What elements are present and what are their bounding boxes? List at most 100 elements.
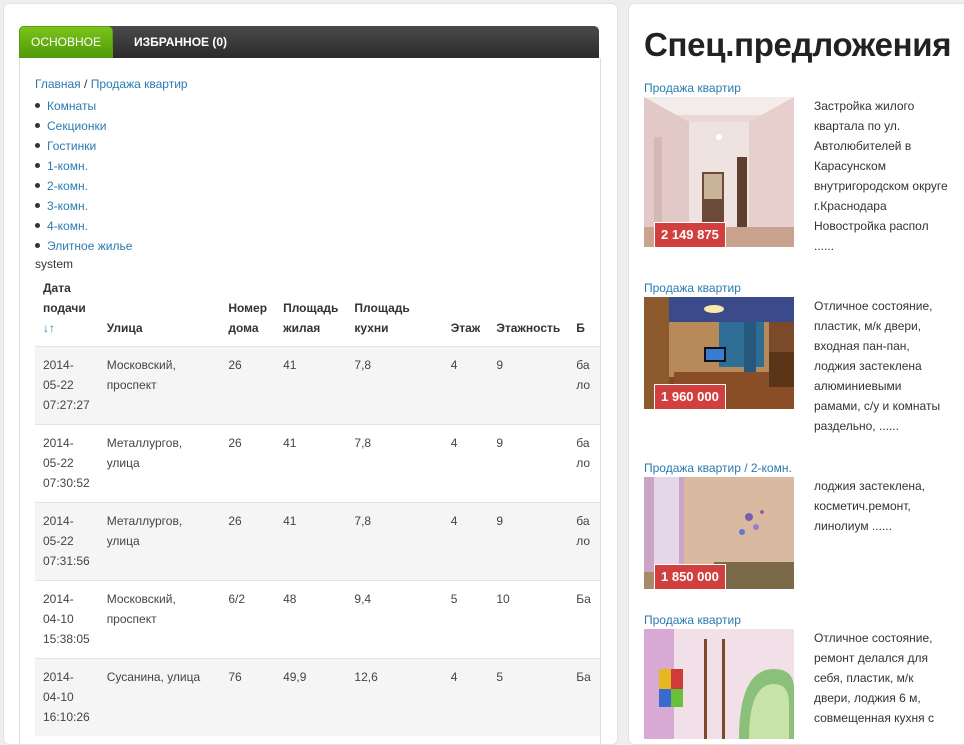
special-offers-panel: Спец.предложения Продажа квартир 2 149 8… <box>628 3 964 745</box>
bullet-icon <box>35 203 40 208</box>
system-text: system <box>35 257 74 271</box>
cell-house: 6/2 <box>220 580 276 659</box>
cell-kitchen: 9,4 <box>346 580 443 659</box>
cell-extra: ба ло <box>568 346 600 425</box>
offer-card: Продажа квартир / 2-комн. 1 850 000 лодж… <box>644 459 954 599</box>
cell-street: Металлургов, улица <box>98 424 221 503</box>
cell-street: Сусанина, улица <box>98 658 221 736</box>
cell-date: 2014-05-22 07:31:56 <box>35 502 99 581</box>
main-panel: Основное Избранное (0) Главная / Продажа… <box>3 3 618 745</box>
cell-living: 48 <box>275 580 347 659</box>
offer-category-link[interactable]: Продажа квартир / 2-комн. <box>644 459 954 477</box>
category-link-1room[interactable]: 1-комн. <box>47 159 88 173</box>
cell-street: Московский, проспект <box>98 346 221 425</box>
offer-description[interactable]: Отличное состояние, пластик, м/к двери, … <box>814 296 949 436</box>
cell-floor: 4 <box>442 502 489 581</box>
cell-street: Московский, проспект <box>98 580 221 659</box>
cell-extra: Ба <box>568 658 600 736</box>
offer-price-badge: 1 850 000 <box>654 564 726 589</box>
cell-floors: 10 <box>488 580 569 659</box>
cell-living: 49,9 <box>275 658 347 736</box>
category-link-2room[interactable]: 2-комн. <box>47 179 88 193</box>
cell-street: Металлургов, улица <box>98 502 221 581</box>
category-item: Гостинки <box>35 136 132 156</box>
table-row[interactable]: 2014-05-22 07:27:27 Московский, проспект… <box>35 346 600 425</box>
offer-category-link[interactable]: Продажа квартир <box>644 279 954 297</box>
table-row[interactable]: 2014-05-22 07:31:56 Металлургов, улица 2… <box>35 502 600 581</box>
cell-date: 2014-04-10 15:38:05 <box>35 580 99 659</box>
offer-description[interactable]: лоджия застеклена, косметич.ремонт, лино… <box>814 476 949 536</box>
column-header-street: Улица <box>106 321 143 335</box>
category-item: 4-комн. <box>35 216 132 236</box>
column-header-floors: Этажность <box>496 321 561 335</box>
special-offers-title: Спец.предложения <box>644 26 952 63</box>
cell-living: 41 <box>275 424 347 503</box>
bullet-icon <box>35 243 40 248</box>
offer-photo[interactable]: 1 960 000 <box>644 297 794 409</box>
column-header-floor: Этаж <box>450 321 481 335</box>
cell-floor: 4 <box>442 658 489 736</box>
offer-category-link[interactable]: Продажа квартир <box>644 611 954 629</box>
cell-floor: 4 <box>442 346 489 425</box>
column-header-house: Номер дома <box>228 301 268 335</box>
offer-price-badge: 1 960 000 <box>654 384 726 409</box>
cell-living: 41 <box>275 502 347 581</box>
table-row[interactable]: 2014-05-22 07:30:52 Металлургов, улица 2… <box>35 424 600 503</box>
cell-floors: 9 <box>488 502 569 581</box>
column-header-living-area: Площадь жилая <box>283 301 339 335</box>
tab-favorites[interactable]: Избранное (0) <box>123 26 238 58</box>
cell-date: 2014-05-22 07:30:52 <box>35 424 99 503</box>
category-link-elite[interactable]: Элитное жилье <box>47 239 132 253</box>
breadcrumb-current-link[interactable]: Продажа квартир <box>91 77 188 91</box>
cell-date: 2014-04-10 16:10:26 <box>35 658 99 736</box>
table-row[interactable]: 2014-04-10 15:38:05 Московский, проспект… <box>35 580 600 659</box>
column-header-kitchen-area: Площадь кухни <box>354 301 410 335</box>
listing-table: Дата подачи ↓↑ Улица Номер дома Площадь … <box>35 278 600 736</box>
table-header-row: Дата подачи ↓↑ Улица Номер дома Площадь … <box>35 278 600 347</box>
tab-main[interactable]: Основное <box>19 26 114 58</box>
category-item: Элитное жилье <box>35 236 132 256</box>
category-item: 2-комн. <box>35 176 132 196</box>
category-item: Комнаты <box>35 96 132 116</box>
bullet-icon <box>35 103 40 108</box>
offer-card: Продажа квартир Отличное состояние, ремо… <box>644 611 954 739</box>
tab-bar: Основное Избранное (0) <box>19 26 599 58</box>
category-link-sections[interactable]: Секционки <box>47 119 106 133</box>
category-link-4room[interactable]: 4-комн. <box>47 219 88 233</box>
breadcrumb-home-link[interactable]: Главная <box>35 77 81 91</box>
cell-date: 2014-05-22 07:27:27 <box>35 346 99 425</box>
cell-floor: 4 <box>442 424 489 503</box>
cell-kitchen: 12,6 <box>346 658 443 736</box>
cell-house: 26 <box>220 346 276 425</box>
offer-card: Продажа квартир 2 149 875 Застройка жило… <box>644 79 954 253</box>
cell-kitchen: 7,8 <box>346 502 443 581</box>
cell-floor: 5 <box>442 580 489 659</box>
table-row[interactable]: 2014-04-10 16:10:26 Сусанина, улица 76 4… <box>35 658 600 736</box>
column-header-date: Дата подачи ↓↑ <box>35 278 99 347</box>
offer-description[interactable]: Застройка жилого квартала по ул. Автолюб… <box>814 96 949 256</box>
offer-description[interactable]: Отличное состояние, ремонт делался для с… <box>814 628 949 728</box>
bullet-icon <box>35 163 40 168</box>
offer-category-link[interactable]: Продажа квартир <box>644 79 954 97</box>
category-link-gostinki[interactable]: Гостинки <box>47 139 96 153</box>
bullet-icon <box>35 123 40 128</box>
category-item: 1-комн. <box>35 156 132 176</box>
bullet-icon <box>35 143 40 148</box>
category-item: Секционки <box>35 116 132 136</box>
cell-floors: 9 <box>488 346 569 425</box>
cell-kitchen: 7,8 <box>346 424 443 503</box>
category-link-3room[interactable]: 3-комн. <box>47 199 88 213</box>
category-item: 3-комн. <box>35 196 132 216</box>
offer-photo[interactable]: 1 850 000 <box>644 477 794 589</box>
offer-photo[interactable] <box>644 629 794 739</box>
cell-house: 26 <box>220 502 276 581</box>
bullet-icon <box>35 223 40 228</box>
cell-extra: ба ло <box>568 424 600 503</box>
sort-arrows-icon[interactable]: ↓↑ <box>43 321 55 335</box>
column-header-date-label: Дата подачи <box>43 281 86 315</box>
cell-extra: Ба <box>568 580 600 659</box>
cell-kitchen: 7,8 <box>346 346 443 425</box>
offer-photo[interactable]: 2 149 875 <box>644 97 794 247</box>
category-link-rooms[interactable]: Комнаты <box>47 99 96 113</box>
apartment-playroom-photo <box>644 629 794 739</box>
